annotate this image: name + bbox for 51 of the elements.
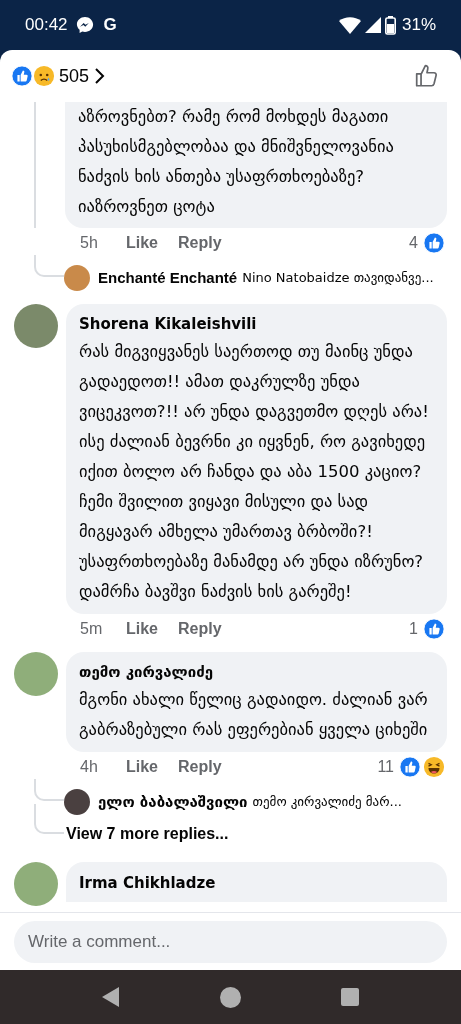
like-reaction-icon [399, 756, 421, 778]
battery-icon [384, 15, 396, 35]
avatar-photo-placeholder [14, 862, 58, 906]
avatar-photo-placeholder [14, 652, 58, 696]
reply-snippet: თემო კირვალიძე მარ... [252, 793, 402, 812]
reply-link[interactable]: Reply [178, 755, 222, 779]
chevron-right-icon [94, 67, 107, 85]
chat-bubble-icon [75, 16, 94, 34]
app-letter: G [103, 14, 117, 37]
reaction-count: 4 [409, 233, 418, 253]
comment-time: 5m [80, 619, 104, 639]
home-icon[interactable] [220, 986, 241, 1008]
commenter-name[interactable]: Shorena Kikaleishvili [79, 311, 434, 337]
comment-text: მგონი ახალი წელიც გადაიდო. ძალიან ვარ გაბრაზებული რას ეფერებიან ყველა ციხეში [79, 689, 429, 741]
sad-face-icon [33, 65, 55, 87]
laughing-face-icon [423, 756, 445, 778]
battery-percent: 31% [401, 14, 436, 37]
reply-author[interactable]: ელო ბაბალაშვილი [98, 790, 248, 814]
like-reaction-icon [423, 232, 445, 254]
commenter-name[interactable]: Irma Chikhladze [79, 870, 434, 896]
reaction-count: 1 [409, 619, 418, 639]
thumbs-up-icon [414, 63, 440, 89]
like-reaction-icon [423, 618, 445, 640]
view-more-replies-link[interactable]: View 7 more replies... [66, 822, 229, 846]
like-link[interactable]: Like [126, 617, 178, 641]
reply-link[interactable]: Reply [178, 231, 222, 255]
signal-icon [364, 17, 381, 33]
wifi-icon [338, 16, 361, 34]
back-icon[interactable] [102, 987, 120, 1007]
comment-text: რას მიგვიყვანეს საერთოდ თუ მაინც უნდა გადაედოთ!! ამათ დაკრულზე უნდა ვიცეკვოთ?!! არ უნდა დაგვეთმო დღეს არა! ისე ძალიან ბევრნი კი იყვნენ, რო გავიხედე იქით ბოლო არ ჩანდა და აბა 1500 კაციო? ჩემი შვილით ვიყავი მისული და სად მიგყავარ ამხელა უმართავ ბრბოში?! უსაფრთხოებაზე მანამდე არ უნდა იზრუნო? დამრჩა ბავშვი ნაძვის ხის გარეშე! [79, 341, 430, 603]
reply-link[interactable]: Reply [178, 617, 222, 641]
reaction-count: 11 [377, 757, 394, 777]
reactions-summary[interactable]: 505 [11, 62, 107, 90]
thread-line [34, 804, 64, 834]
thread-line [34, 255, 64, 277]
like-button[interactable] [414, 63, 440, 89]
comment-time: 4h [80, 757, 99, 777]
like-link[interactable]: Like [126, 755, 178, 779]
comment-input-field[interactable]: Write a comment... [14, 920, 447, 963]
thread-line [34, 779, 64, 801]
reply-snippet: Nino Natobaidze თავიდანვე... [242, 269, 434, 288]
status-time: 00:42 [25, 14, 68, 37]
commenter-name[interactable]: თემო კირვალიძე [79, 659, 434, 685]
avatar-photo-placeholder [14, 304, 58, 348]
reply-author[interactable]: Enchanté Enchanté [98, 266, 238, 290]
like-link[interactable]: Like [126, 231, 178, 255]
avatar-photo-placeholder [64, 789, 90, 815]
avatar-photo-placeholder [64, 265, 90, 291]
comment-time: 5h [80, 233, 99, 253]
comment-text: აზროვნებთ? რამე რომ მოხდეს მაგათი პასუხისმგებლობაა და მნიშვნელოვანია ნაძვის ხის ანთება უსაფრთხოებაზე? იაზროვნეთ ცოტა [78, 106, 395, 218]
like-reaction-icon [11, 65, 33, 87]
